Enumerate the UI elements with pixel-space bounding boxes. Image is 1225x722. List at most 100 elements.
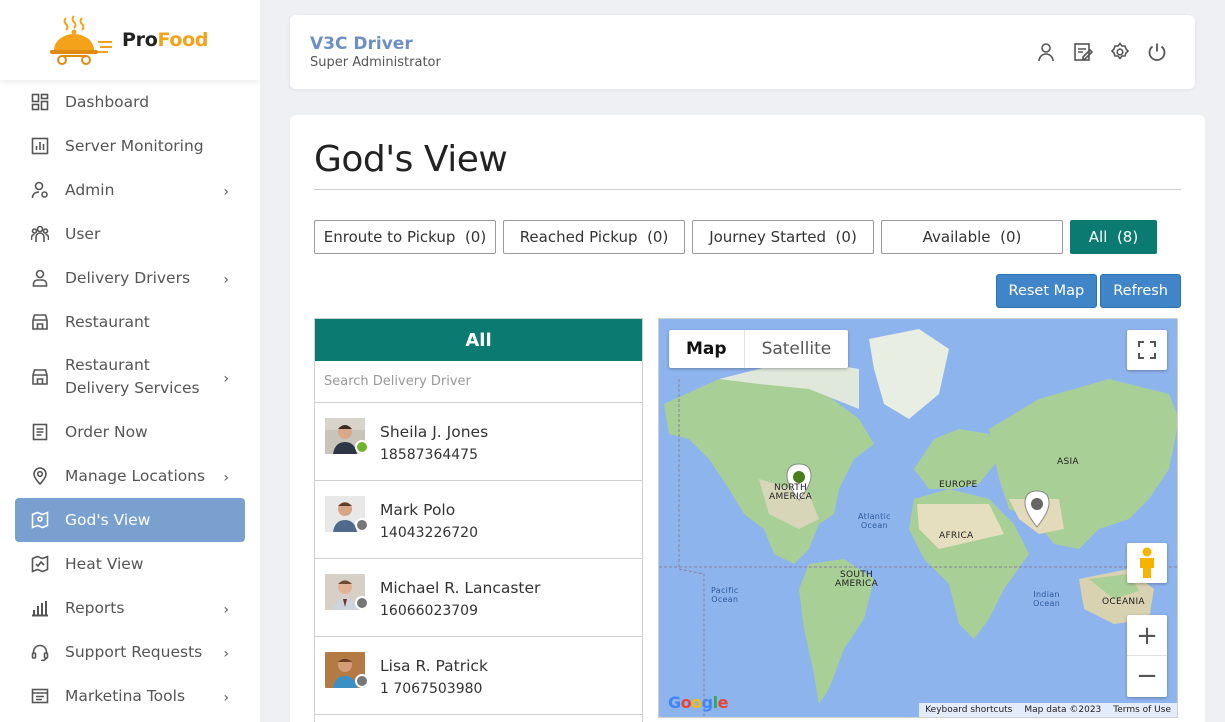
sidebar-item-support-requests[interactable]: Support Requests › (15, 630, 245, 674)
filter-all[interactable]: All (8) (1070, 220, 1157, 254)
map-footer: Keyboard shortcuts Map data ©2023 Terms … (919, 703, 1177, 717)
edit-icon[interactable] (1073, 42, 1093, 62)
zoom-out-button[interactable]: − (1127, 656, 1167, 696)
status-online-indicator (355, 440, 369, 454)
sidebar-item-reports[interactable]: Reports › (15, 586, 245, 630)
terms-link[interactable]: Terms of Use (1113, 705, 1171, 715)
driver-panel-title: All (315, 319, 642, 361)
sidebar-item-user[interactable]: User (15, 212, 245, 256)
store-icon (32, 314, 48, 330)
sidebar-item-restaurant[interactable]: Restaurant (15, 300, 245, 344)
driver-phone: 16066023709 (380, 603, 478, 619)
sidebar-item-restaurant-delivery-services[interactable]: Restaurant Delivery Services › (15, 344, 245, 410)
driver-name: Lisa R. Patrick (380, 657, 488, 675)
brand-name: ProFood (122, 29, 209, 51)
reset-map-button[interactable]: Reset Map (995, 274, 1098, 308)
filter-available[interactable]: Available (0) (881, 220, 1063, 254)
driver-row[interactable]: Michael R. Lancaster 16066023709 (315, 559, 642, 637)
dashboard-icon (31, 93, 49, 111)
map-label-indian: Indian Ocean (1033, 590, 1061, 608)
chevron-right-icon: › (223, 184, 229, 200)
tools-icon (31, 688, 49, 704)
bar-chart-icon (32, 601, 48, 617)
keyboard-shortcuts-link[interactable]: Keyboard shortcuts (925, 705, 1012, 715)
driver-search (315, 361, 642, 403)
headset-icon (31, 644, 49, 661)
map-label-pacific: Pacific Ocean (711, 586, 739, 604)
chart-icon (31, 137, 49, 155)
map-label-oceania: OCEANIA (1102, 597, 1145, 607)
sidebar-item-label: Restaurant Delivery Services (65, 356, 200, 397)
sidebar-item-label: Delivery Drivers (65, 268, 191, 287)
refresh-button[interactable]: Refresh (1100, 274, 1181, 308)
map-type-satellite-button[interactable]: Satellite (745, 330, 849, 368)
map-icon (31, 511, 49, 529)
driver-name: Sheila J. Jones (380, 423, 489, 441)
driver-row[interactable]: Lisa R. Patrick 1 7067503980 (315, 637, 642, 715)
google-logo: Google (668, 693, 728, 712)
chevron-right-icon: › (223, 371, 229, 387)
sidebar-item-label: God's View (65, 510, 151, 529)
sidebar-item-label: Heat View (65, 554, 144, 573)
users-icon (31, 225, 49, 242)
driver-icon (32, 269, 48, 287)
sidebar-item-marketing-tools[interactable]: Marketina Tools › (15, 674, 245, 718)
map-label-north-america: NORTH AMERICA (769, 483, 813, 502)
header-title: V3C Driver (310, 34, 413, 54)
sidebar-item-delivery-drivers[interactable]: Delivery Drivers › (15, 256, 245, 300)
power-icon[interactable] (1147, 42, 1167, 62)
user-icon[interactable] (1036, 42, 1056, 62)
settings-icon[interactable] (1110, 42, 1130, 62)
zoom-controls: + − (1127, 615, 1167, 697)
sidebar-item-admin[interactable]: Admin › (15, 168, 245, 212)
sidebar-item-label: Manage Locations (65, 466, 206, 485)
location-icon (33, 467, 47, 485)
status-filters: Enroute to Pickup (0) Reached Pickup (0)… (314, 220, 1157, 254)
filter-journey-started[interactable]: Journey Started (0) (692, 220, 874, 254)
chevron-right-icon: › (223, 690, 229, 706)
zoom-in-button[interactable]: + (1127, 616, 1167, 656)
driver-row[interactable]: Mark Polo 14043226720 (315, 481, 642, 559)
sidebar: ProFood Dashboard Server Monitoring Admi… (0, 0, 260, 722)
status-offline-indicator (355, 674, 369, 688)
store-icon (32, 369, 48, 385)
chevron-right-icon: › (223, 272, 229, 288)
sidebar-item-dashboard[interactable]: Dashboard (15, 80, 245, 124)
status-offline-indicator (355, 518, 369, 532)
sidebar-item-server-monitoring[interactable]: Server Monitoring (15, 124, 245, 168)
search-driver-input[interactable] (324, 374, 642, 389)
map-label-europe: EUROPE (939, 480, 978, 490)
map-label-asia: ASIA (1057, 457, 1079, 467)
sidebar-item-label: Admin (65, 180, 115, 199)
filter-enroute-to-pickup[interactable]: Enroute to Pickup (0) (314, 220, 496, 254)
driver-name: Mark Polo (380, 501, 456, 519)
sidebar-item-label: User (65, 224, 101, 243)
sidebar-item-label: Reports (65, 598, 125, 617)
sidebar-item-label: Support Requests (65, 642, 203, 661)
sidebar-item-label: Restaurant (65, 312, 150, 331)
sidebar-item-manage-locations[interactable]: Manage Locations › (15, 454, 245, 498)
map-type-map-button[interactable]: Map (669, 330, 745, 368)
map-type-toggle: Map Satellite (669, 330, 849, 368)
map-tiles (659, 319, 1177, 717)
divider (314, 189, 1181, 190)
sidebar-item-label: Server Monitoring (65, 136, 204, 155)
driver-phone: 18587364475 (380, 447, 478, 463)
sidebar-item-gods-view[interactable]: God's View (15, 498, 245, 542)
sidebar-item-heat-view[interactable]: Heat View (15, 542, 245, 586)
chevron-right-icon: › (223, 646, 229, 662)
heat-map-icon (31, 555, 49, 573)
filter-reached-pickup[interactable]: Reached Pickup (0) (503, 220, 685, 254)
logo[interactable]: ProFood (0, 0, 260, 80)
map-label-atlantic: Atlantic Ocean (858, 512, 891, 530)
sidebar-item-label: Dashboard (65, 92, 150, 111)
street-view-button[interactable] (1127, 543, 1167, 583)
driver-phone: 1 7067503980 (380, 681, 483, 697)
fullscreen-button[interactable] (1127, 330, 1167, 370)
sidebar-item-order-now[interactable]: Order Now (15, 410, 245, 454)
header-actions (1036, 42, 1167, 62)
header-subtitle: Super Administrator (310, 55, 441, 70)
driver-row[interactable]: Sheila J. Jones 18587364475 (315, 403, 642, 481)
world-map[interactable]: NORTH AMERICA SOUTH AMERICA EUROPE ASIA AF… (658, 318, 1178, 718)
driver-name: Michael R. Lancaster (380, 579, 541, 597)
